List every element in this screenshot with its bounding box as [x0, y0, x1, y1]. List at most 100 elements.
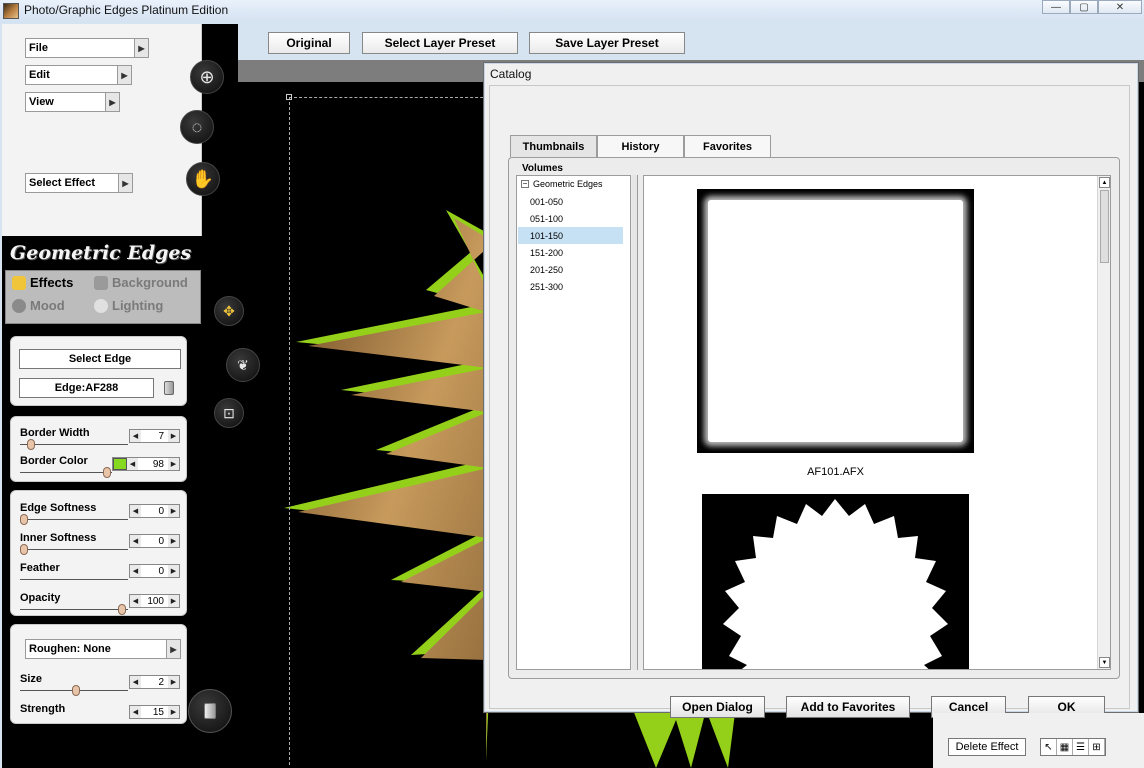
decrement-icon[interactable]: ◀	[130, 430, 141, 442]
inner-softness-slider[interactable]	[20, 544, 28, 555]
decrement-icon[interactable]: ◀	[130, 535, 141, 547]
opacity-spinner[interactable]: ◀ 100 ▶	[129, 594, 180, 608]
opacity-slider[interactable]	[118, 604, 126, 615]
grid-icon[interactable]: ▦	[1057, 739, 1073, 755]
minimize-button[interactable]: —	[1042, 0, 1070, 14]
butterfly-icon[interactable]: ❦	[226, 348, 260, 382]
fit-icon[interactable]: ⊞	[1089, 739, 1105, 755]
tree-item-selected[interactable]: 101-150	[518, 227, 623, 244]
starburst-preview	[723, 499, 948, 669]
increment-icon[interactable]: ▶	[168, 595, 179, 607]
size-slider[interactable]	[72, 685, 80, 696]
tab-background[interactable]: Background	[94, 275, 188, 290]
border-width-spinner[interactable]: ◀ 7 ▶	[129, 429, 180, 443]
scroll-thumb[interactable]	[1100, 190, 1109, 263]
tab-background-label: Background	[112, 275, 188, 290]
edge-thumbnail[interactable]	[697, 189, 974, 453]
tab-mood-label: Mood	[30, 298, 65, 313]
open-dialog-button[interactable]: Open Dialog	[670, 696, 765, 718]
select-edge-button[interactable]: Select Edge	[19, 349, 181, 369]
title-bar: Photo/Graphic Edges Platinum Edition — ▢…	[0, 0, 1144, 22]
edit-menu[interactable]: Edit ▶	[25, 65, 132, 85]
tree-item[interactable]: 251-300	[518, 278, 623, 295]
move-icon[interactable]: ✥	[214, 296, 244, 326]
decrement-icon[interactable]: ◀	[130, 676, 141, 688]
strength-spinner[interactable]: ◀ 15 ▶	[129, 705, 180, 719]
inner-softness-spinner[interactable]: ◀ 0 ▶	[129, 534, 180, 548]
trash-icon[interactable]	[164, 381, 174, 395]
increment-icon[interactable]: ▶	[168, 535, 179, 547]
edge-thumbnail[interactable]	[702, 494, 969, 669]
increment-icon[interactable]: ▶	[168, 458, 179, 470]
app-icon	[3, 3, 19, 19]
increment-icon[interactable]: ▶	[168, 505, 179, 517]
align-icon[interactable]: ☰	[1073, 739, 1089, 755]
scroll-up-icon[interactable]: ▲	[1099, 177, 1110, 188]
decrement-icon[interactable]: ◀	[130, 706, 141, 718]
splitter[interactable]	[632, 175, 638, 670]
spinner-icon[interactable]: ◌	[180, 110, 214, 144]
feather-control: Feather ◀ 0 ▶	[20, 562, 182, 588]
delete-effect-button[interactable]: Delete Effect	[948, 738, 1026, 756]
feather-spinner[interactable]: ◀ 0 ▶	[129, 564, 180, 578]
size-label: Size	[20, 673, 43, 685]
roughen-dropdown[interactable]: Roughen: None ▶	[25, 639, 181, 659]
size-spinner[interactable]: ◀ 2 ▶	[129, 675, 180, 689]
border-width-slider[interactable]	[27, 439, 35, 450]
tree-item[interactable]: 001-050	[518, 193, 623, 210]
save-layer-preset-button[interactable]: Save Layer Preset	[529, 32, 685, 54]
original-button[interactable]: Original	[268, 32, 350, 54]
decrement-icon[interactable]: ◀	[130, 505, 141, 517]
color-swatch[interactable]	[113, 458, 127, 470]
chevron-right-icon: ▶	[118, 174, 132, 192]
border-color-slider[interactable]	[103, 467, 111, 478]
vertical-scrollbar[interactable]: ▲ ▼	[1097, 176, 1110, 669]
tab-effects[interactable]: Effects	[12, 275, 73, 290]
increment-icon[interactable]: ▶	[168, 430, 179, 442]
view-tools: ↖ ▦ ☰ ⊞	[1040, 738, 1106, 756]
transform-icon[interactable]: ⊡	[214, 398, 244, 428]
tab-favorites[interactable]: Favorites	[684, 135, 771, 157]
zoom-in-icon[interactable]: ⊕	[190, 60, 224, 94]
increment-icon[interactable]: ▶	[168, 706, 179, 718]
tab-mood[interactable]: Mood	[12, 298, 65, 313]
tab-thumbnails[interactable]: Thumbnails	[510, 135, 597, 157]
feather-label: Feather	[20, 562, 60, 574]
collapse-icon[interactable]: −	[521, 180, 529, 188]
scroll-down-icon[interactable]: ▼	[1099, 657, 1110, 668]
edge-softness-slider[interactable]	[20, 514, 28, 525]
border-color-spinner[interactable]: ◀ 98 ▶	[112, 457, 180, 471]
select-effect-menu[interactable]: Select Effect ▶	[25, 173, 133, 193]
trash-button[interactable]	[188, 689, 232, 733]
chevron-right-icon: ▶	[134, 39, 148, 57]
decrement-icon[interactable]: ◀	[130, 595, 141, 607]
view-menu[interactable]: View ▶	[25, 92, 120, 112]
volume-tree[interactable]: − Geometric Edges 001-050 051-100 101-150…	[516, 175, 631, 670]
pointer-icon[interactable]: ↖	[1041, 739, 1057, 755]
edge-value-field[interactable]: Edge:AF288	[19, 378, 154, 398]
close-button[interactable]: ✕	[1098, 0, 1142, 14]
edge-softness-spinner[interactable]: ◀ 0 ▶	[129, 504, 180, 518]
maximize-button[interactable]: ▢	[1070, 0, 1098, 14]
decrement-icon[interactable]: ◀	[130, 565, 141, 577]
slider-track	[20, 444, 128, 445]
tree-item[interactable]: 051-100	[518, 210, 623, 227]
tab-history[interactable]: History	[597, 135, 684, 157]
increment-icon[interactable]: ▶	[168, 676, 179, 688]
select-layer-preset-button[interactable]: Select Layer Preset	[362, 32, 518, 54]
increment-icon[interactable]: ▶	[168, 565, 179, 577]
edge-softness-value: 0	[158, 505, 164, 517]
opacity-control: Opacity ◀ 100 ▶	[20, 592, 182, 618]
thumbnail-list[interactable]: AF101.AFX ▲ ▼	[643, 175, 1111, 670]
file-menu[interactable]: File ▶	[25, 38, 149, 58]
selection-handle[interactable]	[286, 94, 292, 100]
hand-icon[interactable]: ✋	[186, 162, 220, 196]
tree-item[interactable]: 151-200	[518, 244, 623, 261]
tree-item[interactable]: 201-250	[518, 261, 623, 278]
slider-track	[20, 549, 128, 550]
decrement-icon[interactable]: ◀	[127, 458, 138, 470]
add-to-favorites-button[interactable]: Add to Favorites	[786, 696, 910, 718]
tab-lighting[interactable]: Lighting	[94, 298, 163, 313]
tree-root[interactable]: − Geometric Edges	[521, 179, 603, 189]
panel-title: Geometric Edges	[10, 242, 192, 264]
